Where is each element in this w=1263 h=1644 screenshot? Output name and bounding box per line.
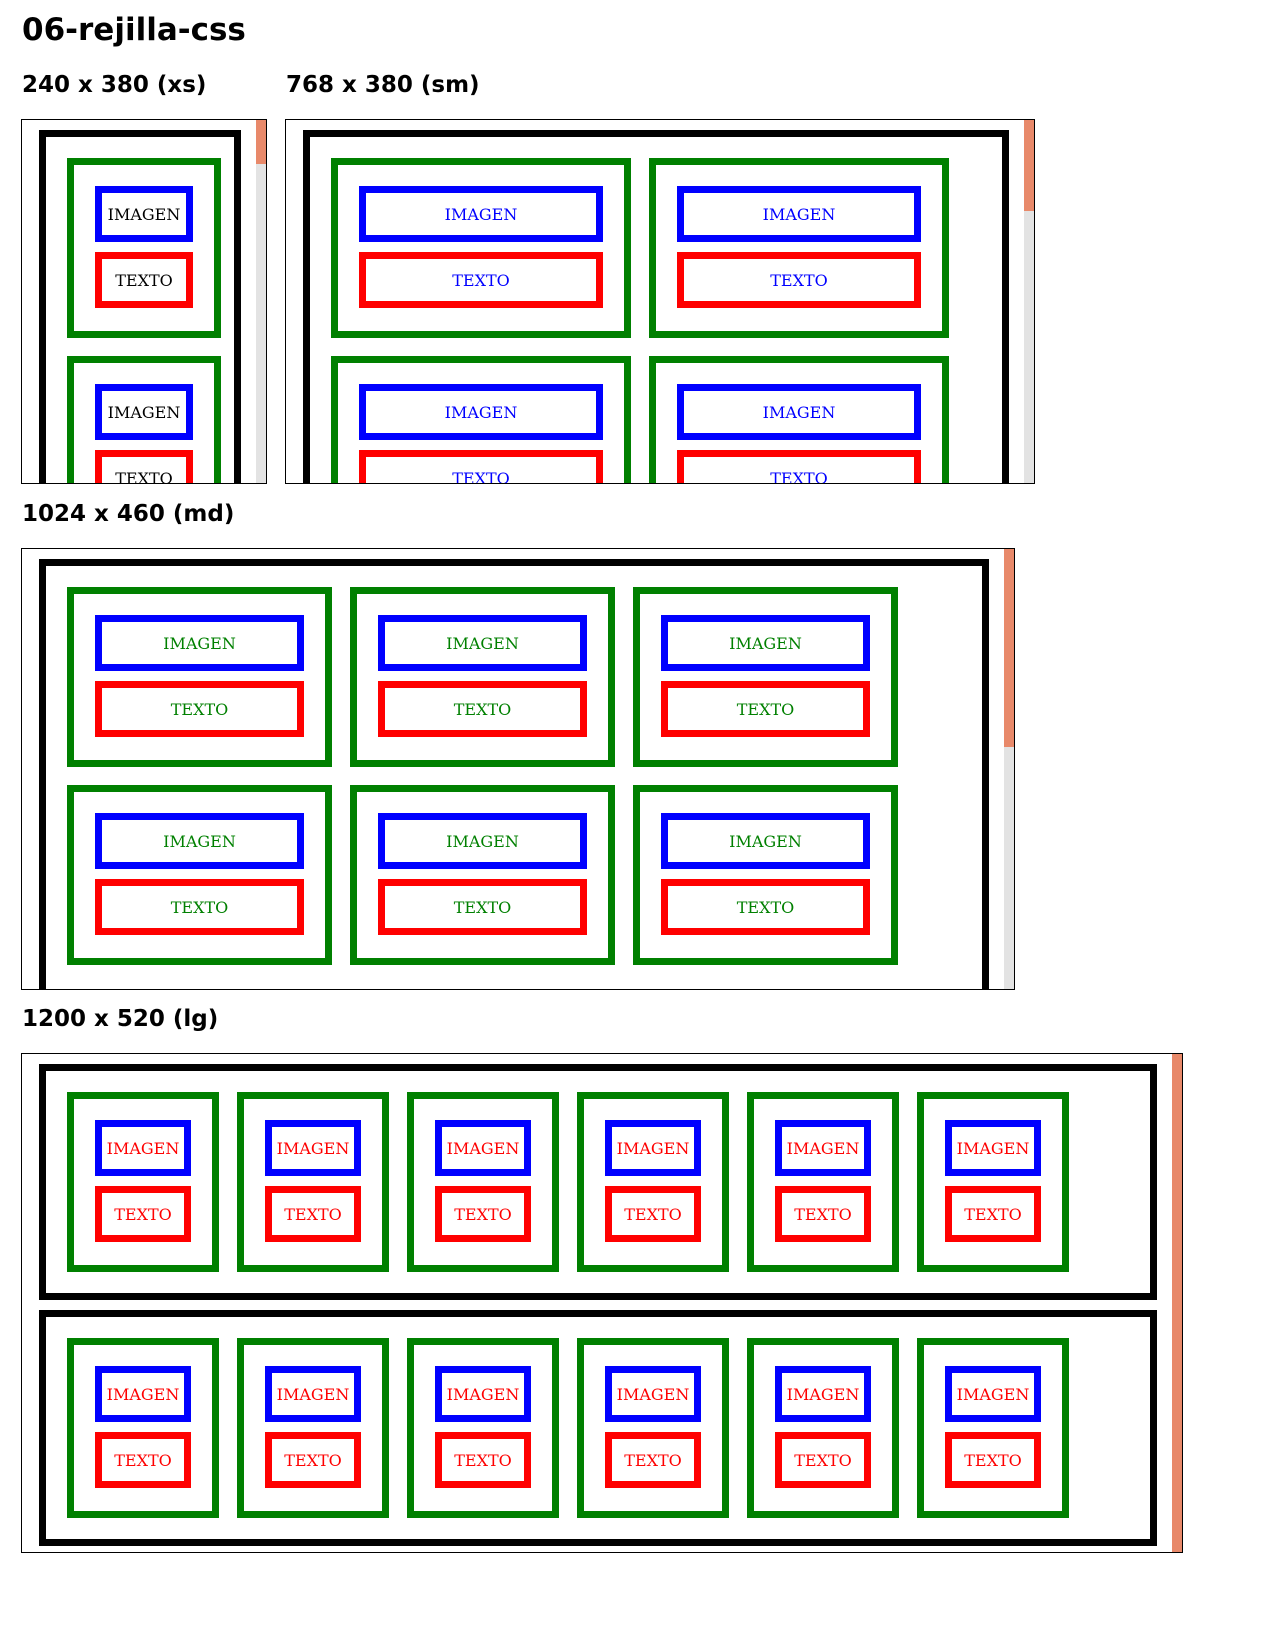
grid-column: IMAGEN TEXTO xyxy=(67,785,332,965)
text-placeholder: TEXTO xyxy=(378,681,587,737)
text-placeholder: TEXTO xyxy=(775,1186,871,1242)
text-placeholder: TEXTO xyxy=(945,1432,1041,1488)
text-placeholder: TEXTO xyxy=(661,681,870,737)
text-placeholder: TEXTO xyxy=(359,252,603,308)
image-placeholder: IMAGEN xyxy=(95,813,304,869)
text-placeholder: TEXTO xyxy=(605,1432,701,1488)
image-placeholder: IMAGEN xyxy=(359,384,603,440)
text-placeholder: TEXTO xyxy=(775,1432,871,1488)
text-placeholder: TEXTO xyxy=(677,252,921,308)
image-placeholder: IMAGEN xyxy=(677,384,921,440)
grid-column: IMAGEN TEXTO xyxy=(407,1338,559,1518)
scrollbar-track[interactable] xyxy=(1024,120,1034,483)
grid-column: IMAGEN TEXTO xyxy=(577,1338,729,1518)
scrollbar-thumb[interactable] xyxy=(1004,549,1014,747)
image-placeholder: IMAGEN xyxy=(95,384,193,440)
image-placeholder: IMAGEN xyxy=(775,1366,871,1422)
grid-column: IMAGEN TEXTO xyxy=(237,1338,389,1518)
grid-column: IMAGEN TEXTO xyxy=(331,158,631,338)
text-placeholder: TEXTO xyxy=(265,1186,361,1242)
image-placeholder: IMAGEN xyxy=(95,1366,191,1422)
viewport-md[interactable]: IMAGEN TEXTO IMAGEN TEXTO IMAGEN TEXTO IMAGEN T… xyxy=(21,548,1015,990)
viewport-lg[interactable]: IMAGEN TEXTO IMAGEN TEXTO IMAGEN TEXTO IMAGEN T… xyxy=(21,1053,1183,1553)
grid-column: IMAGEN TEXTO xyxy=(577,1092,729,1272)
text-placeholder: TEXTO xyxy=(95,1186,191,1242)
frame-label-xs: 240 x 380 (xs) xyxy=(22,72,207,98)
image-placeholder: IMAGEN xyxy=(775,1120,871,1176)
image-placeholder: IMAGEN xyxy=(359,186,603,242)
grid-row: IMAGEN TEXTO IMAGEN TEXTO IMAGEN TEXTO IMAGEN T… xyxy=(303,130,1009,483)
image-placeholder: IMAGEN xyxy=(265,1120,361,1176)
image-placeholder: IMAGEN xyxy=(435,1366,531,1422)
text-placeholder: TEXTO xyxy=(605,1186,701,1242)
text-placeholder: TEXTO xyxy=(95,681,304,737)
image-placeholder: IMAGEN xyxy=(605,1366,701,1422)
grid-column: IMAGEN TEXTO xyxy=(350,785,615,965)
text-placeholder: TEXTO xyxy=(95,879,304,935)
grid-column: IMAGEN TEXTO xyxy=(67,158,221,338)
text-placeholder: TEXTO xyxy=(359,450,603,483)
grid-column: IMAGEN TEXTO xyxy=(917,1338,1069,1518)
grid-column: IMAGEN TEXTO xyxy=(67,1092,219,1272)
grid-row: IMAGEN TEXTO IMAGEN TEXTO xyxy=(39,130,241,483)
grid-column: IMAGEN TEXTO xyxy=(649,356,949,483)
grid-column: IMAGEN TEXTO xyxy=(350,587,615,767)
image-placeholder: IMAGEN xyxy=(378,813,587,869)
image-placeholder: IMAGEN xyxy=(945,1366,1041,1422)
image-placeholder: IMAGEN xyxy=(661,813,870,869)
image-placeholder: IMAGEN xyxy=(661,615,870,671)
image-placeholder: IMAGEN xyxy=(265,1366,361,1422)
grid-column: IMAGEN TEXTO xyxy=(331,356,631,483)
frame-label-lg: 1200 x 520 (lg) xyxy=(22,1006,219,1032)
viewport-xs[interactable]: IMAGEN TEXTO IMAGEN TEXTO xyxy=(21,119,267,484)
text-placeholder: TEXTO xyxy=(435,1432,531,1488)
grid-row: IMAGEN TEXTO IMAGEN TEXTO IMAGEN TEXTO IMAGEN T… xyxy=(39,1064,1157,1300)
grid-column: IMAGEN TEXTO xyxy=(237,1092,389,1272)
grid-column: IMAGEN TEXTO xyxy=(649,158,949,338)
image-placeholder: IMAGEN xyxy=(95,1120,191,1176)
image-placeholder: IMAGEN xyxy=(945,1120,1041,1176)
scrollbar-track[interactable] xyxy=(256,120,266,483)
grid-column: IMAGEN TEXTO xyxy=(633,785,898,965)
grid-column: IMAGEN TEXTO xyxy=(67,587,332,767)
grid-column: IMAGEN TEXTO xyxy=(67,1338,219,1518)
text-placeholder: TEXTO xyxy=(378,879,587,935)
text-placeholder: TEXTO xyxy=(95,252,193,308)
frame-label-sm: 768 x 380 (sm) xyxy=(286,72,480,98)
image-placeholder: IMAGEN xyxy=(677,186,921,242)
grid-column: IMAGEN TEXTO xyxy=(747,1338,899,1518)
grid-column: IMAGEN TEXTO xyxy=(633,587,898,767)
text-placeholder: TEXTO xyxy=(677,450,921,483)
grid-column: IMAGEN TEXTO xyxy=(67,356,221,483)
image-placeholder: IMAGEN xyxy=(95,186,193,242)
scrollbar-thumb[interactable] xyxy=(1172,1054,1182,1552)
text-placeholder: TEXTO xyxy=(95,450,193,483)
scrollbar-thumb[interactable] xyxy=(1024,120,1034,211)
image-placeholder: IMAGEN xyxy=(435,1120,531,1176)
grid-row: IMAGEN TEXTO IMAGEN TEXTO IMAGEN TEXTO IMAGEN T… xyxy=(39,559,989,989)
text-placeholder: TEXTO xyxy=(661,879,870,935)
scrollbar-thumb[interactable] xyxy=(256,120,266,164)
page-title: 06-rejilla-css xyxy=(22,12,246,48)
image-placeholder: IMAGEN xyxy=(378,615,587,671)
scrollbar-track[interactable] xyxy=(1004,549,1014,989)
text-placeholder: TEXTO xyxy=(945,1186,1041,1242)
viewport-sm[interactable]: IMAGEN TEXTO IMAGEN TEXTO IMAGEN TEXTO IMAGEN T… xyxy=(285,119,1035,484)
grid-column: IMAGEN TEXTO xyxy=(917,1092,1069,1272)
image-placeholder: IMAGEN xyxy=(95,615,304,671)
grid-column: IMAGEN TEXTO xyxy=(747,1092,899,1272)
grid-column: IMAGEN TEXTO xyxy=(407,1092,559,1272)
frame-label-md: 1024 x 460 (md) xyxy=(22,501,235,527)
grid-row: IMAGEN TEXTO IMAGEN TEXTO IMAGEN TEXTO IMAGEN T… xyxy=(39,1310,1157,1546)
scrollbar-track[interactable] xyxy=(1172,1054,1182,1552)
text-placeholder: TEXTO xyxy=(435,1186,531,1242)
text-placeholder: TEXTO xyxy=(265,1432,361,1488)
text-placeholder: TEXTO xyxy=(95,1432,191,1488)
image-placeholder: IMAGEN xyxy=(605,1120,701,1176)
